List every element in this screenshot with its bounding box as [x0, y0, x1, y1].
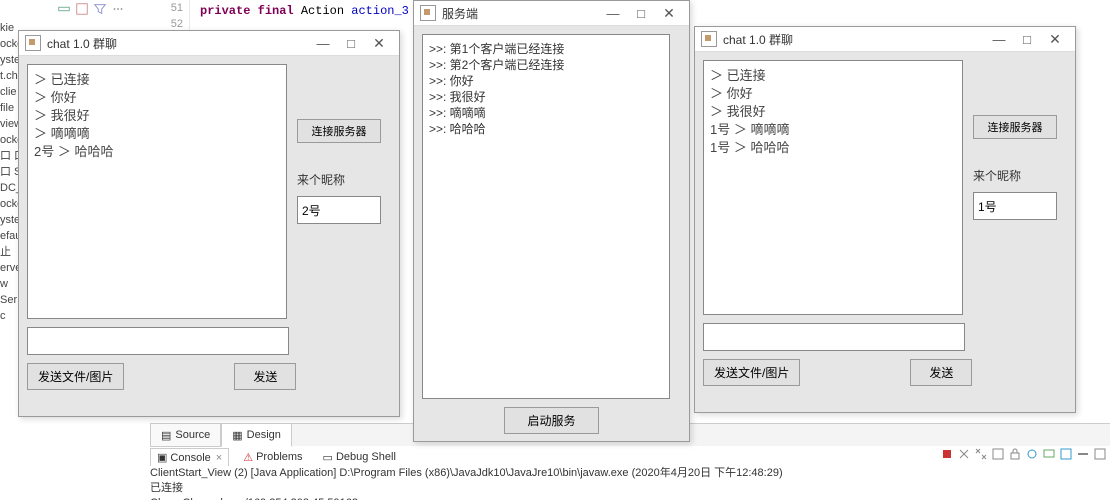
- send-button[interactable]: 发送: [910, 359, 972, 386]
- expand-icon[interactable]: [75, 2, 89, 16]
- console-tabs: ▣Console× ⚠Problems ▭Debug Shell: [150, 447, 402, 467]
- nickname-input[interactable]: [297, 196, 381, 224]
- maximize-button[interactable]: □: [627, 3, 655, 23]
- editor-toolbar: [57, 2, 125, 16]
- maximize-button[interactable]: □: [1013, 29, 1041, 49]
- nickname-input[interactable]: [973, 192, 1057, 220]
- window-title: chat 1.0 群聊: [47, 35, 117, 52]
- maximize-button[interactable]: □: [337, 33, 365, 53]
- message-input[interactable]: [703, 323, 965, 351]
- open-console-icon[interactable]: [1059, 447, 1073, 461]
- server-log: >>: 第1个客户端已经连接>>: 第2个客户端已经连接>>: 你好>>: 我很…: [422, 34, 670, 399]
- titlebar[interactable]: chat 1.0 群聊 — □ ✕: [695, 27, 1075, 52]
- nickname-label: 来个昵称: [973, 167, 1057, 184]
- stop-icon[interactable]: [940, 447, 954, 461]
- minimize-button[interactable]: —: [985, 29, 1013, 49]
- message-input[interactable]: [27, 327, 289, 355]
- menu-icon[interactable]: [111, 2, 125, 16]
- console-output: ClientStart_View (2) [Java Application] …: [150, 466, 783, 500]
- connect-server-button[interactable]: 连接服务器: [973, 115, 1057, 139]
- server-window: 服务端 — □ ✕ >>: 第1个客户端已经连接>>: 第2个客户端已经连接>>…: [413, 0, 690, 442]
- send-file-button[interactable]: 发送文件/图片: [27, 363, 124, 390]
- min-icon[interactable]: [1076, 447, 1090, 461]
- line-gutter: 51 52: [150, 0, 190, 32]
- minimize-button[interactable]: —: [309, 33, 337, 53]
- max-icon[interactable]: [1093, 447, 1107, 461]
- collapse-icon[interactable]: [57, 2, 71, 16]
- minimize-button[interactable]: —: [599, 3, 627, 23]
- close-button[interactable]: ✕: [655, 3, 683, 23]
- chat-messages: ＞ 已连接＞ 你好＞ 我很好1号 ＞ 嘀嘀嘀1号 ＞ 哈哈哈: [703, 60, 963, 315]
- titlebar[interactable]: 服务端 — □ ✕: [414, 1, 689, 26]
- console-toolbar: [940, 447, 1107, 461]
- chat-messages: ＞ 已连接＞ 你好＞ 我很好＞ 嘀嘀嘀2号 ＞ 哈哈哈: [27, 64, 287, 319]
- tab-debug-shell[interactable]: ▭Debug Shell: [317, 449, 402, 466]
- close-button[interactable]: ✕: [1041, 29, 1069, 49]
- client-window-left: chat 1.0 群聊 — □ ✕ ＞ 已连接＞ 你好＞ 我很好＞ 嘀嘀嘀2号 …: [18, 30, 400, 417]
- tab-problems[interactable]: ⚠Problems: [237, 449, 308, 466]
- code-line: private final Action action_3 = ne: [200, 4, 445, 18]
- start-service-button[interactable]: 启动服务: [504, 407, 598, 434]
- connect-server-button[interactable]: 连接服务器: [297, 119, 381, 143]
- design-icon: ▦: [232, 429, 242, 442]
- display-icon[interactable]: [1042, 447, 1056, 461]
- clear-icon[interactable]: [991, 447, 1005, 461]
- remove-icon[interactable]: [957, 447, 971, 461]
- source-icon: ▤: [161, 429, 171, 442]
- tab-design[interactable]: ▦Design: [221, 423, 292, 447]
- console-icon: ▣: [157, 451, 167, 464]
- tab-source[interactable]: ▤Source: [150, 423, 221, 447]
- tab-console[interactable]: ▣Console×: [150, 448, 229, 466]
- close-icon[interactable]: ×: [216, 452, 222, 464]
- filter-icon[interactable]: [93, 2, 107, 16]
- client-window-right: chat 1.0 群聊 — □ ✕ ＞ 已连接＞ 你好＞ 我很好1号 ＞ 嘀嘀嘀…: [694, 26, 1076, 413]
- window-title: 服务端: [442, 5, 478, 22]
- pin-icon[interactable]: [1025, 447, 1039, 461]
- send-file-button[interactable]: 发送文件/图片: [703, 359, 800, 386]
- send-button[interactable]: 发送: [234, 363, 296, 390]
- java-icon: [420, 5, 436, 21]
- titlebar[interactable]: chat 1.0 群聊 — □ ✕: [19, 31, 399, 56]
- debug-icon: ▭: [323, 451, 333, 464]
- close-button[interactable]: ✕: [365, 33, 393, 53]
- java-icon: [25, 35, 41, 51]
- java-icon: [701, 31, 717, 47]
- problems-icon: ⚠: [243, 451, 253, 464]
- remove-all-icon[interactable]: [974, 447, 988, 461]
- nickname-label: 来个昵称: [297, 171, 381, 188]
- scroll-lock-icon[interactable]: [1008, 447, 1022, 461]
- window-title: chat 1.0 群聊: [723, 31, 793, 48]
